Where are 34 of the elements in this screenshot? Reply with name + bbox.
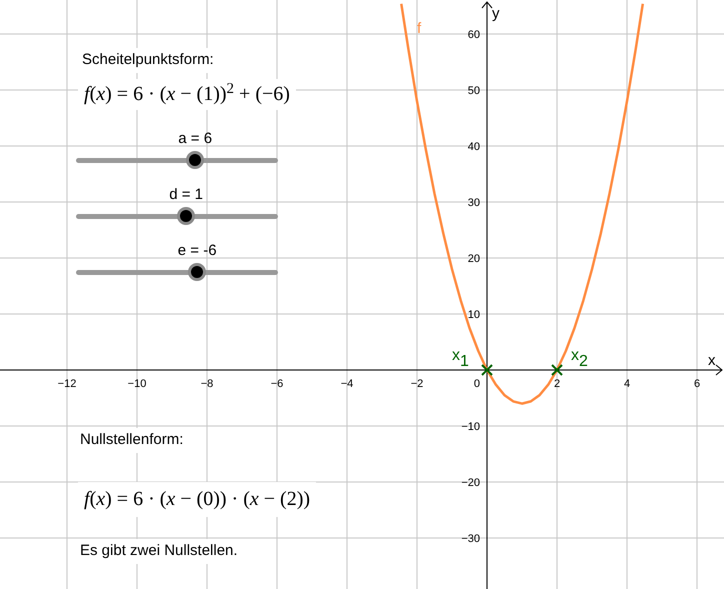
tick-label: 4 [624, 378, 630, 390]
tick-label: 20 [468, 253, 480, 265]
axis-label: y [492, 5, 500, 22]
origin-label: 0 [474, 378, 480, 390]
slider-thumb[interactable] [177, 207, 196, 225]
tick-label: −12 [58, 378, 76, 390]
tick-label: −8 [200, 378, 214, 390]
tick-label: 30 [468, 197, 480, 209]
slider-label: d = 1 [169, 187, 203, 202]
tick-label: −4 [340, 378, 354, 390]
point-label: x1 [452, 347, 469, 370]
tick-label: 2 [554, 378, 560, 390]
formula: f(x) = 6 · (x − (1))$^{2}$ + (−6) [78, 79, 296, 110]
slider-thumb[interactable] [186, 151, 204, 169]
point-marker [551, 364, 563, 376]
tick-label: −10 [128, 378, 146, 390]
tick-label: 50 [468, 85, 480, 97]
slider-thumb[interactable] [188, 263, 206, 281]
tick-label: 40 [468, 141, 480, 153]
formula: f(x) = 6 · (x − (0)) · (x − (2)) [78, 482, 316, 517]
slider-label: a = 6 [178, 131, 212, 146]
tick-label: −30 [461, 533, 480, 545]
tick-label: 60 [468, 29, 480, 41]
point-label: x2 [571, 347, 588, 370]
tick-label: −10 [461, 421, 480, 433]
tick-label: −6 [270, 378, 284, 390]
curve-label: f [417, 20, 422, 37]
axis-label: x [708, 352, 716, 369]
tick-label: −2 [410, 378, 424, 390]
point-marker [481, 364, 493, 376]
tick-label: 6 [694, 378, 700, 390]
tick-label: 10 [468, 309, 480, 321]
tick-label: −20 [461, 477, 480, 489]
slider-label: e = -6 [178, 243, 217, 258]
